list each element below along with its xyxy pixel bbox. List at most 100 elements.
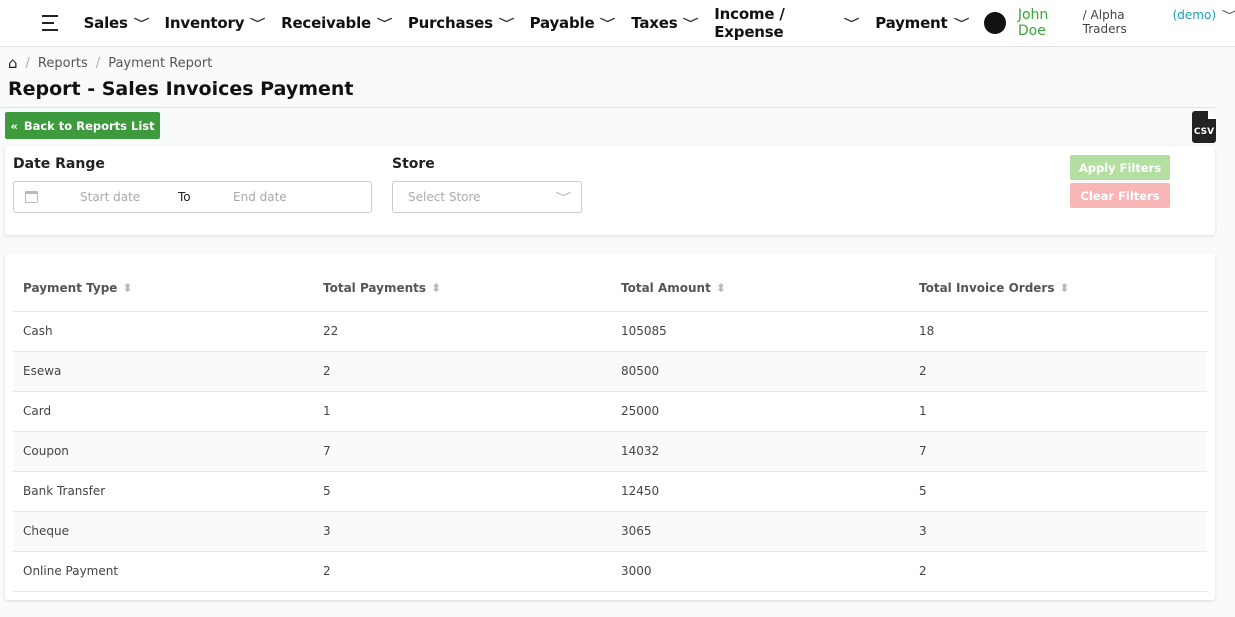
- nav-menu-inventory[interactable]: Inventory ﹀: [164, 5, 266, 41]
- nav-menu-payment[interactable]: Payment ﹀: [875, 5, 969, 41]
- chevron-down-icon: ﹀: [683, 17, 699, 30]
- menu-toggle-icon[interactable]: [42, 15, 62, 31]
- clear-filters-button[interactable]: Clear Filters: [1070, 183, 1170, 208]
- table-cell: 3: [313, 511, 611, 552]
- table-row: Card 1 25000 1: [13, 391, 1207, 432]
- chevron-down-icon: ﹀: [600, 17, 616, 30]
- date-range-input[interactable]: Start date To End date: [13, 181, 372, 213]
- table-cell: 14032: [611, 431, 909, 472]
- sort-icon[interactable]: ⬍: [1060, 281, 1070, 295]
- table-row: Cheque 3 3065 3: [13, 511, 1207, 552]
- sort-icon[interactable]: ⬍: [716, 281, 726, 295]
- header-label: Payment Type: [23, 280, 118, 295]
- filter-card: Date Range Start date To End date Store …: [5, 146, 1215, 235]
- breadcrumb-reports[interactable]: Reports: [38, 56, 88, 71]
- nav-label: Taxes: [631, 14, 678, 32]
- table-cell: 7: [909, 431, 1207, 472]
- table-cell: Coupon: [13, 431, 313, 472]
- nav-label: Income / Expense: [714, 5, 785, 41]
- table-cell: Online Payment: [13, 551, 313, 592]
- nav-label: Inventory: [164, 14, 245, 32]
- chevron-down-icon: ﹀: [133, 17, 149, 30]
- table-cell: 2: [313, 351, 611, 392]
- table-cell: Cheque: [13, 511, 313, 552]
- date-range-label: Date Range: [13, 156, 105, 172]
- table-cell: 25000: [611, 391, 909, 432]
- table-cell: Card: [13, 391, 313, 432]
- table-cell: 2: [313, 551, 611, 592]
- payment-report-table: Payment Type ⬍ Total Payments ⬍ Total Amount…: [13, 265, 1207, 592]
- apply-filters-button[interactable]: Apply Filters: [1070, 155, 1170, 180]
- github-icon[interactable]: [984, 12, 1006, 34]
- chevron-down-icon: ﹀: [250, 17, 266, 30]
- chevron-down-icon: ﹀: [953, 17, 969, 30]
- nav-label: Purchases: [407, 14, 493, 32]
- calendar-icon: [25, 191, 38, 203]
- table-row: Cash 22 105085 18: [13, 311, 1207, 352]
- csv-label: CSV: [1193, 127, 1215, 137]
- nav-label: Sales: [83, 14, 128, 32]
- table-cell: 1: [313, 391, 611, 432]
- chevron-down-icon: ﹀: [498, 17, 514, 30]
- table-cell: Esewa: [13, 351, 313, 392]
- table-cell: 12450: [611, 471, 909, 512]
- table-cell: 3000: [611, 551, 909, 592]
- sort-icon[interactable]: ⬍: [122, 281, 132, 295]
- table-cell: 5: [909, 471, 1207, 512]
- table-cell: 2: [909, 551, 1207, 592]
- to-label: To: [178, 190, 191, 204]
- column-header[interactable]: Payment Type ⬍: [13, 265, 313, 312]
- chevron-down-icon: ﹀: [844, 17, 860, 30]
- header-label: Total Amount: [621, 280, 711, 295]
- start-date-input[interactable]: Start date: [80, 190, 178, 204]
- table-cell: Bank Transfer: [13, 471, 313, 512]
- table-row: Bank Transfer 5 12450 5: [13, 471, 1207, 512]
- top-nav: Sales ﹀ Inventory ﹀ Receivable ﹀ Purchases ﹀ Pay…: [0, 0, 1235, 47]
- store-select[interactable]: Select Store ﹀: [392, 181, 582, 213]
- table-row: Coupon 7 14032 7: [13, 431, 1207, 472]
- header-label: Total Invoice Orders: [919, 280, 1055, 295]
- table-cell: 7: [313, 431, 611, 472]
- breadcrumb: ⌂ / Reports / Payment Report: [8, 54, 213, 72]
- table-cell: 105085: [611, 311, 909, 352]
- column-header[interactable]: Total Payments ⬍: [313, 265, 611, 312]
- sort-icon[interactable]: ⬍: [431, 281, 441, 295]
- table-cell: 3: [909, 511, 1207, 552]
- nav-menu-payable[interactable]: Payable ﹀: [529, 5, 616, 41]
- csv-export-icon[interactable]: CSV: [1192, 111, 1216, 143]
- nav-label: Payable: [529, 14, 595, 32]
- back-to-reports-button[interactable]: « Back to Reports List: [5, 112, 160, 139]
- nav-menu-receivable[interactable]: Receivable ﹀: [281, 5, 392, 41]
- nav-label: Payment: [875, 14, 948, 32]
- company-name: / Alpha Traders: [1082, 8, 1127, 36]
- column-header[interactable]: Total Amount ⬍: [611, 265, 909, 312]
- nav-menu-sales[interactable]: Sales ﹀: [83, 5, 149, 41]
- end-date-input[interactable]: End date: [233, 190, 287, 204]
- chevron-down-icon: ﹀: [1222, 7, 1235, 23]
- nav-label: Receivable: [281, 14, 371, 32]
- nav-menu-income-expense[interactable]: Income / Expense ﹀: [714, 5, 860, 41]
- table-row: Esewa 2 80500 2: [13, 351, 1207, 392]
- table-cell: 3065: [611, 511, 909, 552]
- report-table-card: Payment Type ⬍ Total Payments ⬍ Total Amount…: [5, 253, 1215, 600]
- table-cell: 80500: [611, 351, 909, 392]
- chevron-down-icon: ﹀: [376, 17, 392, 30]
- divider: [0, 107, 1216, 108]
- back-label: Back to Reports List: [23, 118, 155, 133]
- user-menu[interactable]: John Doe / Alpha Traders (demo) ﹀: [1018, 7, 1235, 39]
- table-row: Online Payment 2 3000 2: [13, 551, 1207, 592]
- table-cell: Cash: [13, 311, 313, 352]
- table-cell: 22: [313, 311, 611, 352]
- header-label: Total Payments: [323, 280, 427, 295]
- table-cell: 1: [909, 391, 1207, 432]
- chevron-down-icon: ﹀: [555, 191, 572, 204]
- store-label: Store: [392, 156, 435, 172]
- nav-menu-taxes[interactable]: Taxes ﹀: [631, 5, 699, 41]
- double-chevron-left-icon: «: [10, 118, 18, 133]
- column-header[interactable]: Total Invoice Orders ⬍: [909, 265, 1207, 312]
- table-cell: 18: [909, 311, 1207, 352]
- store-placeholder: Select Store: [408, 190, 481, 204]
- nav-menu-purchases[interactable]: Purchases ﹀: [407, 5, 514, 41]
- home-icon[interactable]: ⌂: [8, 54, 18, 72]
- user-name: John Doe: [1017, 7, 1049, 39]
